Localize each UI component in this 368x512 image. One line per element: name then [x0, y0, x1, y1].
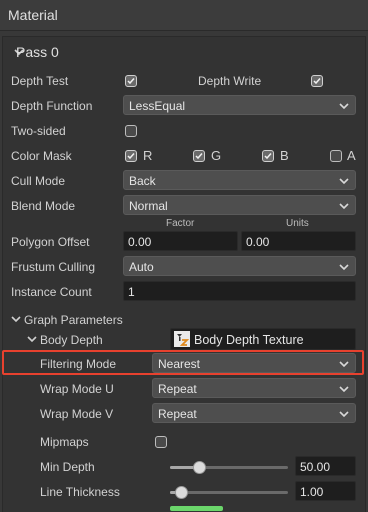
mipmaps-checkbox[interactable] — [155, 436, 167, 448]
cull-mode-value: Back — [129, 174, 156, 188]
frustum-culling-value: Auto — [129, 260, 154, 274]
depth-write-label: Depth Write — [198, 74, 262, 88]
polygon-offset-row: Polygon Offset 0.00 0.00 — [0, 231, 368, 253]
color-mask-row: Color Mask R G B A — [0, 145, 368, 167]
highlight-box — [2, 350, 364, 375]
min-depth-row: Min Depth 50.00 — [0, 456, 368, 478]
chevron-down-icon — [339, 386, 349, 393]
min-depth-label: Min Depth — [40, 460, 95, 474]
panel-header: Material — [0, 0, 368, 31]
depth-write-checkbox[interactable] — [311, 75, 323, 87]
depth-function-row: Depth Function LessEqual — [0, 95, 368, 117]
line-thickness-row: Line Thickness 1.00 — [0, 481, 368, 503]
min-depth-slider[interactable] — [170, 456, 288, 478]
wrap-mode-v-dropdown[interactable]: Repeat — [152, 403, 356, 423]
chevron-down-icon[interactable] — [10, 313, 22, 325]
units-label: Units — [286, 218, 309, 229]
chevron-down-icon[interactable] — [26, 333, 38, 345]
cull-mode-row: Cull Mode Back — [0, 170, 368, 192]
depth-function-label: Depth Function — [11, 99, 93, 113]
line-thickness-slider[interactable] — [170, 481, 288, 503]
wrap-mode-v-label: Wrap Mode V — [40, 407, 114, 421]
depth-function-dropdown[interactable]: LessEqual — [123, 95, 356, 115]
graph-parameters-title[interactable]: Graph Parameters — [24, 313, 123, 327]
chevron-down-icon — [339, 203, 349, 210]
two-sided-checkbox[interactable] — [125, 125, 137, 137]
two-sided-row: Two-sided — [0, 120, 368, 142]
wrap-mode-v-value: Repeat — [158, 407, 197, 421]
polygon-offset-factor-value: 0.00 — [128, 235, 152, 249]
mipmaps-row: Mipmaps — [0, 431, 368, 453]
polygon-offset-units-field[interactable]: 0.00 — [241, 231, 356, 251]
color-mask-a-label: A — [347, 148, 356, 163]
wrap-mode-v-row: Wrap Mode V Repeat — [0, 403, 368, 425]
chevron-down-icon — [339, 264, 349, 271]
line-thickness-field[interactable]: 1.00 — [295, 481, 356, 501]
chevron-down-icon — [339, 411, 349, 418]
texture-icon — [174, 331, 190, 347]
instance-count-value: 1 — [128, 285, 135, 299]
color-mask-r-label: R — [143, 148, 153, 163]
line-thickness-value: 1.00 — [300, 485, 324, 499]
frustum-culling-row: Frustum Culling Auto — [0, 256, 368, 278]
color-mask-g-checkbox[interactable] — [193, 150, 205, 162]
frustum-culling-dropdown[interactable]: Auto — [123, 256, 356, 276]
min-depth-value: 50.00 — [300, 460, 331, 474]
blend-mode-value: Normal — [129, 199, 168, 213]
instance-count-field[interactable]: 1 — [123, 281, 356, 301]
polygon-offset-units-value: 0.00 — [246, 235, 270, 249]
color-mask-b-checkbox[interactable] — [262, 150, 274, 162]
panel-title: Material — [8, 7, 58, 23]
factor-label: Factor — [166, 218, 195, 229]
color-mask-r-checkbox[interactable] — [125, 150, 137, 162]
mipmaps-label: Mipmaps — [40, 435, 89, 449]
frustum-culling-label: Frustum Culling — [11, 260, 96, 274]
color-mask-label: Color Mask — [11, 149, 72, 163]
chevron-down-icon — [339, 178, 349, 185]
depth-test-label: Depth Test — [11, 74, 69, 88]
wrap-mode-u-row: Wrap Mode U Repeat — [0, 378, 368, 400]
blend-mode-label: Blend Mode — [11, 199, 76, 213]
wrap-mode-u-value: Repeat — [158, 382, 197, 396]
wrap-mode-u-label: Wrap Mode U — [40, 382, 114, 396]
min-depth-slider-knob[interactable] — [193, 461, 206, 474]
depth-test-checkbox[interactable] — [125, 75, 137, 87]
min-depth-field[interactable]: 50.00 — [295, 456, 356, 476]
cull-mode-label: Cull Mode — [11, 174, 66, 188]
pass-title[interactable]: Pass 0 — [16, 44, 59, 60]
color-mask-b-label: B — [280, 148, 289, 163]
body-depth-texture-field[interactable]: Body Depth Texture — [170, 328, 356, 350]
line-thickness-label: Line Thickness — [40, 485, 120, 499]
accent-bar — [170, 506, 223, 511]
line-thickness-slider-knob[interactable] — [175, 486, 188, 499]
color-mask-g-label: G — [211, 148, 222, 163]
body-depth-label[interactable]: Body Depth — [40, 333, 103, 347]
instance-count-row: Instance Count 1 — [0, 281, 368, 303]
depth-function-value: LessEqual — [129, 99, 186, 113]
blend-mode-dropdown[interactable]: Normal — [123, 195, 356, 215]
body-depth-texture-name: Body Depth Texture — [194, 333, 304, 347]
blend-mode-row: Blend Mode Normal — [0, 195, 368, 217]
instance-count-label: Instance Count — [11, 285, 92, 299]
wrap-mode-u-dropdown[interactable]: Repeat — [152, 378, 356, 398]
polygon-offset-label: Polygon Offset — [11, 235, 90, 249]
depth-test-row: Depth Test Depth Write — [0, 70, 368, 92]
color-mask-a-checkbox[interactable] — [330, 150, 342, 162]
polygon-offset-factor-field[interactable]: 0.00 — [123, 231, 238, 251]
chevron-down-icon — [339, 103, 349, 110]
cull-mode-dropdown[interactable]: Back — [123, 170, 356, 190]
two-sided-label: Two-sided — [11, 124, 66, 138]
